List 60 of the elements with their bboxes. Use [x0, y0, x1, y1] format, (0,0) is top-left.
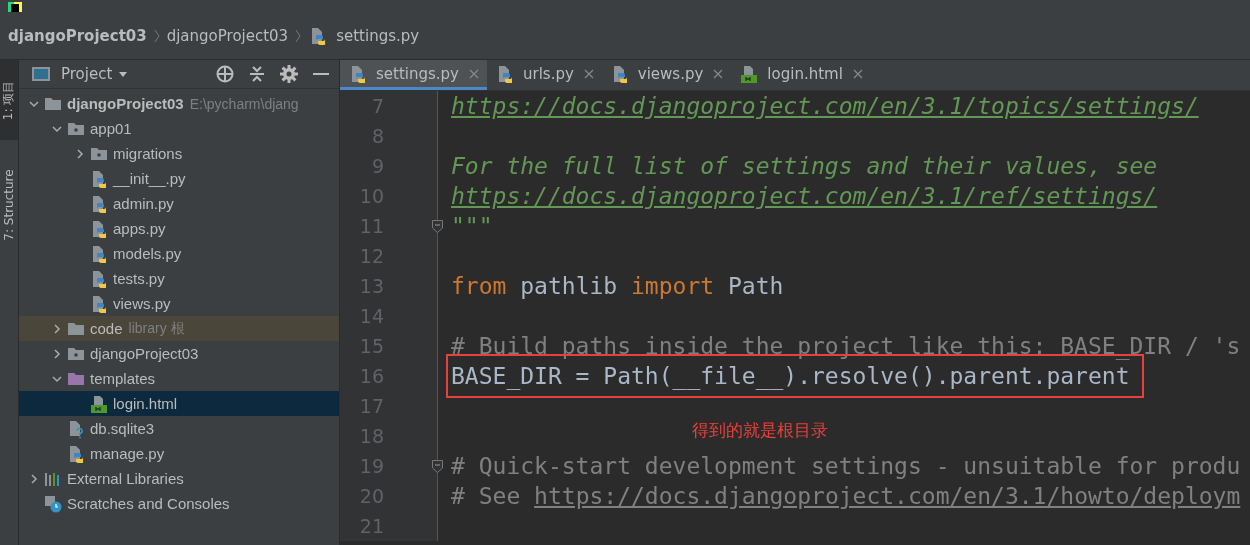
- window-icon: [31, 64, 51, 84]
- tree-item[interactable]: templates: [19, 366, 339, 391]
- code-link[interactable]: https://docs.djangoproject.com/en/3.1/topics/settings/: [451, 93, 1199, 119]
- tree-item[interactable]: admin.py: [19, 191, 339, 216]
- tree-item[interactable]: login.html: [19, 391, 339, 416]
- fold-marker-icon[interactable]: [432, 219, 443, 233]
- html-file-icon: [739, 63, 760, 84]
- crosshair-icon[interactable]: [215, 64, 235, 84]
- html-file-icon: [89, 393, 109, 414]
- tree-item[interactable]: apps.py: [19, 216, 339, 241]
- tree-item[interactable]: Scratches and Consoles: [19, 491, 339, 516]
- code-comment: # See: [451, 483, 522, 509]
- code-line: """: [451, 212, 493, 241]
- scratches-icon: [43, 493, 63, 514]
- code-line: For the full list of settings and their values, see: [451, 152, 1158, 181]
- app-logo-icon: [8, 2, 22, 12]
- chevron-icon: [152, 27, 161, 44]
- view-dropdown[interactable]: Project: [31, 64, 129, 84]
- breadcrumb[interactable]: djangoProject03: [8, 26, 147, 45]
- chevron-right-icon: [29, 473, 39, 484]
- tree-item[interactable]: db.sqlite3: [19, 416, 339, 441]
- code-line: # Quick-start development settings - unsuitable for produ: [451, 452, 1241, 481]
- chevron-icon: [294, 27, 303, 44]
- fold-marker-icon[interactable]: [432, 459, 443, 473]
- tree-item[interactable]: djangoProject03 E:\pycharm\djang: [19, 91, 339, 116]
- editor-tab[interactable]: settings.py: [340, 60, 487, 90]
- tree-item[interactable]: app01: [19, 116, 339, 141]
- chevron-right-icon: [75, 148, 85, 159]
- close-icon[interactable]: [583, 68, 594, 79]
- close-icon[interactable]: [713, 68, 724, 79]
- chevron-down-icon: [52, 123, 62, 134]
- settings-icon[interactable]: [279, 64, 299, 84]
- code-line: from pathlib import Path: [451, 272, 784, 301]
- tree-item[interactable]: External Libraries: [19, 466, 339, 491]
- breadcrumb[interactable]: djangoProject03: [166, 26, 289, 45]
- code-link[interactable]: https://docs.djangoproject.com/en/3.1/ref/settings/: [451, 183, 1158, 209]
- tree-item[interactable]: models.py: [19, 241, 339, 266]
- breadcrumb[interactable]: settings.py: [308, 25, 420, 46]
- close-icon[interactable]: [852, 68, 863, 79]
- editor-tab[interactable]: login.html: [731, 60, 871, 90]
- close-icon[interactable]: [469, 68, 479, 79]
- editor-tab[interactable]: urls.py: [487, 60, 602, 90]
- tool-window-tab[interactable]: 7: Structure: [0, 150, 18, 260]
- tree-item[interactable]: views.py: [19, 291, 339, 316]
- tree-item[interactable]: tests.py: [19, 266, 339, 291]
- tree-item[interactable]: code library 根: [19, 316, 339, 341]
- annotation-text: 得到的就是根目录: [692, 419, 828, 442]
- chevron-right-icon: [52, 323, 62, 334]
- code-link[interactable]: https://docs.djangoproject.com/en/3.1/howto/deploym: [534, 483, 1241, 509]
- tool-window-tab[interactable]: 1: 项目: [0, 60, 18, 140]
- chevron-down-icon: [29, 98, 39, 109]
- chevron-right-icon: [52, 348, 62, 359]
- chevron-down-icon: [52, 373, 62, 384]
- editor-tab[interactable]: views.py: [601, 60, 732, 90]
- tree-item[interactable]: djangoProject03: [19, 341, 339, 366]
- caret-icon: [118, 69, 129, 79]
- tree-item[interactable]: migrations: [19, 141, 339, 166]
- tree-item[interactable]: manage.py: [19, 441, 339, 466]
- tree-item[interactable]: __init__.py: [19, 166, 339, 191]
- collapse-icon[interactable]: [247, 64, 267, 84]
